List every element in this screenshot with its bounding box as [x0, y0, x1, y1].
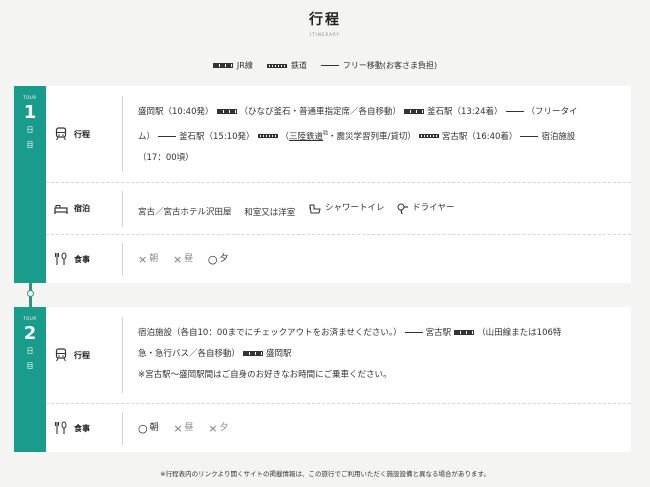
- meal-dinner: ○ 夕: [207, 253, 229, 266]
- train-icon: [55, 127, 67, 141]
- bed-icon: [54, 204, 68, 214]
- meal-lunch: × 昼: [172, 253, 194, 266]
- day-tour-label: TOUR: [23, 95, 37, 100]
- meals-list: ○ 朝 × 昼 × 夕: [138, 418, 617, 441]
- meal-label: 食事: [54, 404, 90, 452]
- fork-spoon-icon: [55, 252, 67, 265]
- legend-jr-label: JR線: [236, 61, 253, 70]
- rail-line-icon: [418, 134, 439, 139]
- legend: JR線 鉄道 フリー移動(お客さま負担): [0, 60, 650, 71]
- lodging-label: 宿泊: [54, 183, 90, 234]
- day-nichi: 日: [26, 347, 34, 355]
- itinerary-label: 行程: [54, 307, 90, 403]
- itinerary-text: 盛岡駅（10:40発） （ひなび釜石・普通車指定席／各自移動） 釜石駅（13:24着…: [138, 107, 578, 163]
- legend-rail: 鉄道: [266, 60, 307, 71]
- page-title: 行程: [309, 12, 341, 28]
- free-move-icon: [404, 332, 423, 333]
- meals-list: × 朝 × 昼 ○ 夕: [138, 249, 617, 272]
- rail-line-icon: [257, 134, 278, 139]
- itinerary-text: 宿泊施設（各自10：00までにチェックアウトをお済ませください。） 宮古駅 （山田線…: [138, 328, 562, 380]
- day-tour-label: TOUR: [23, 316, 37, 321]
- meal-breakfast: ○ 朝: [138, 422, 159, 435]
- itinerary-row: 行程 宿泊施設（各自10：00までにチェックアウトをお済ませください。） 宮古駅（…: [46, 307, 631, 403]
- itinerary-label: 行程: [54, 86, 90, 182]
- itinerary-row: 行程 盛岡駅（10:40発） （ひなび釜石・普通車指定席／各自移動） 釜石駅（13:…: [46, 86, 631, 182]
- meal-label: 食事: [54, 235, 90, 283]
- fork-spoon-icon: [55, 421, 67, 434]
- free-move-icon: [520, 135, 539, 137]
- connector-dot: [27, 290, 34, 297]
- day-me: 目: [26, 141, 34, 149]
- jr-line-icon: [212, 63, 233, 68]
- jr-line-icon: [243, 351, 264, 356]
- hotel-name: 宮古／宮古ホテル沢田屋: [138, 207, 232, 218]
- amenity-shower: シャワートイレ: [308, 198, 384, 219]
- lodging-text: 宮古／宮古ホテル沢田屋 和室又は洋室 シャワートイレ ドライヤー: [138, 198, 617, 224]
- day-nichi: 日: [26, 126, 34, 134]
- row-divider: [122, 96, 123, 172]
- legend-jr: JR線: [212, 60, 253, 71]
- meal-breakfast: × 朝: [138, 253, 159, 266]
- sanriku-railway-link[interactable]: 三陸鉄道: [289, 132, 323, 142]
- free-move-icon: [320, 65, 339, 66]
- room-type: 和室又は洋室: [244, 207, 296, 218]
- meal-row: 食事 × 朝 × 昼 ○ 夕: [46, 234, 631, 283]
- day-number: 1: [23, 102, 37, 123]
- day-card-2: TOUR 2 日 目 行程 宿泊施設（各自10：00までにチェックアウトをお済ま…: [14, 307, 631, 452]
- amenity-dryer: ドライヤー: [397, 198, 454, 219]
- row-divider: [122, 317, 123, 393]
- free-move-icon: [505, 111, 524, 112]
- day-card-1: TOUR 1 日 目 行程 盛岡駅（10:40発） （ひなび釜石・普通車指定席／各…: [14, 86, 631, 283]
- footnote: ※行程表内のリンクより開くサイトの掲載情報は、この旅行でご利用いただく施設設備と…: [160, 470, 490, 478]
- legend-rail-label: 鉄道: [290, 61, 307, 70]
- row-divider: [122, 412, 123, 445]
- meal-row: 食事 ○ 朝 × 昼 × 夕: [46, 403, 631, 452]
- jr-line-icon: [216, 109, 237, 114]
- meal-lunch: × 昼: [173, 422, 194, 435]
- jr-line-icon: [454, 330, 475, 335]
- legend-free-label: フリー移動(お客さま負担): [342, 61, 438, 70]
- train-icon: [55, 348, 67, 362]
- page-subtitle: ITINERARY: [310, 32, 340, 37]
- day-tab-1: TOUR 1 日 目: [14, 86, 46, 283]
- rail-line-icon: [266, 63, 287, 68]
- hair-dryer-icon: [397, 203, 409, 214]
- day-me: 目: [26, 362, 34, 370]
- shower-toilet-icon: [309, 204, 321, 213]
- day-tab-2: TOUR 2 日 目: [14, 307, 46, 452]
- meal-dinner: × 夕: [208, 422, 229, 435]
- row-divider: [122, 191, 123, 227]
- free-move-icon: [158, 135, 177, 137]
- lodging-row: 宿泊 宮古／宮古ホテル沢田屋 和室又は洋室 シャワートイレ ドライヤー: [46, 182, 631, 234]
- day-number: 2: [23, 323, 37, 344]
- jr-line-icon: [404, 109, 425, 114]
- legend-free: フリー移動(お客さま負担): [320, 60, 438, 71]
- row-divider: [122, 243, 123, 276]
